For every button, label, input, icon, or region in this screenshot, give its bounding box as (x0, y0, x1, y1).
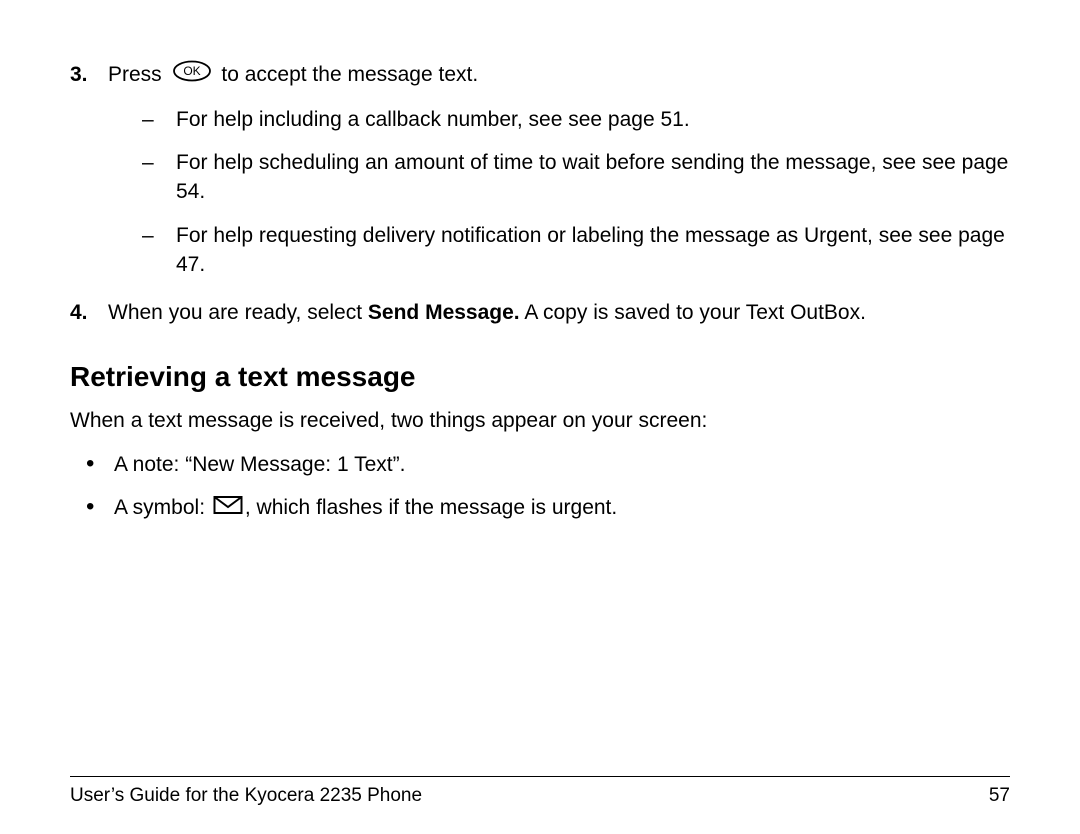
step4-bold: Send Message. (368, 301, 520, 324)
step-number: 4. (70, 298, 88, 327)
step4-after: A copy is saved to your Text OutBox. (520, 301, 866, 324)
ok-button-icon: OK (172, 60, 212, 90)
step-text-after: to accept the message text. (221, 63, 478, 86)
bullet-item: A note: “New Message: 1 Text”. (86, 450, 1010, 479)
step-4: 4. When you are ready, select Send Messa… (70, 298, 1010, 327)
sub-list: For help including a callback number, se… (108, 105, 1010, 280)
svg-text:OK: OK (183, 64, 200, 78)
bullet-item: A symbol: , which flashes if the message… (86, 493, 1010, 523)
envelope-icon (213, 494, 243, 523)
sub-item: For help scheduling an amount of time to… (142, 148, 1010, 207)
sub-item: For help requesting delivery notificatio… (142, 221, 1010, 280)
step4-before: When you are ready, select (108, 301, 368, 324)
intro-text: When a text message is received, two thi… (70, 406, 1010, 435)
step-3: 3. Press OK to accept the message text. … (70, 60, 1010, 280)
section-heading: Retrieving a text message (70, 357, 1010, 396)
step-number: 3. (70, 60, 88, 89)
sub-item: For help including a callback number, se… (142, 105, 1010, 134)
page-footer: User’s Guide for the Kyocera 2235 Phone … (70, 776, 1010, 810)
bullet2-after: , which flashes if the message is urgent… (245, 496, 617, 519)
footer-title: User’s Guide for the Kyocera 2235 Phone (70, 783, 422, 810)
footer-page-number: 57 (989, 783, 1010, 810)
bullet2-before: A symbol: (114, 496, 211, 519)
bullet-list: A note: “New Message: 1 Text”. A symbol:… (70, 450, 1010, 524)
step-text-before: Press (108, 63, 162, 86)
